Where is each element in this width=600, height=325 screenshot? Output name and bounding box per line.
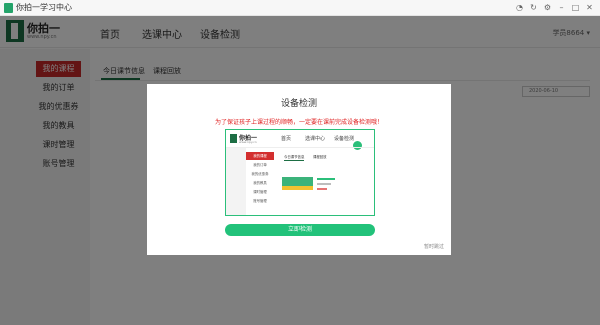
settings-icon[interactable]: ⚙ <box>542 2 553 14</box>
bell-icon[interactable]: ◔ <box>514 2 525 14</box>
preview-pointer-icon <box>353 141 362 150</box>
app-logo-icon <box>4 3 13 13</box>
maximize-icon[interactable]: □ <box>570 2 581 14</box>
preview-nav-device-check: 设备检测 <box>334 136 355 142</box>
preview-sidebar-item: 账号管理 <box>253 199 267 203</box>
preview-tab: 课程回放 <box>313 155 327 159</box>
minimize-icon[interactable]: – <box>556 2 567 14</box>
preview-sidebar-item: 我的课程 <box>246 152 274 160</box>
preview-nav-course-center: 选课中心 <box>305 136 326 142</box>
preview-sidebar <box>226 148 246 215</box>
preview-sidebar-item: 我的教具 <box>253 181 267 185</box>
preview-brand-url: www.npy.cn <box>239 140 257 144</box>
device-check-preview-image: 你拍一 www.npy.cn 首页 选课中心 设备检测 我的课程 我的订单 我的… <box>225 129 375 216</box>
skip-link[interactable]: 暂时跳过 <box>424 243 444 250</box>
device-check-modal: 设备检测 为了保证孩子上课过程的顺畅，一定要在课前完成设备检测哦！ 你拍一 ww… <box>147 84 451 255</box>
modal-notice: 为了保证孩子上课过程的顺畅，一定要在课前完成设备检测哦！ <box>214 119 383 126</box>
preview-text-line <box>317 183 331 185</box>
modal-title: 设备检测 <box>280 99 317 109</box>
preview-sidebar-item: 课时管理 <box>253 190 267 194</box>
preview-logo-icon <box>230 134 237 143</box>
preview-sidebar-item: 我的优惠券 <box>251 172 269 176</box>
preview-text-line <box>317 178 335 180</box>
close-icon[interactable]: ✕ <box>584 2 595 14</box>
start-check-button[interactable]: 立即检测 <box>225 224 375 236</box>
preview-sidebar-item: 我的订单 <box>253 163 267 167</box>
preview-text-line <box>317 188 327 190</box>
preview-tab-indicator <box>284 160 304 161</box>
window-title: 你拍一学习中心 <box>16 3 72 12</box>
refresh-icon[interactable]: ↻ <box>528 2 539 14</box>
preview-course-thumbnail <box>282 177 313 190</box>
window-titlebar: 你拍一学习中心 ◔ ↻ ⚙ – □ ✕ <box>0 0 600 16</box>
preview-tab: 今日课节信息 <box>284 155 305 159</box>
preview-header-divider <box>226 147 374 148</box>
preview-nav-home: 首页 <box>281 136 292 142</box>
